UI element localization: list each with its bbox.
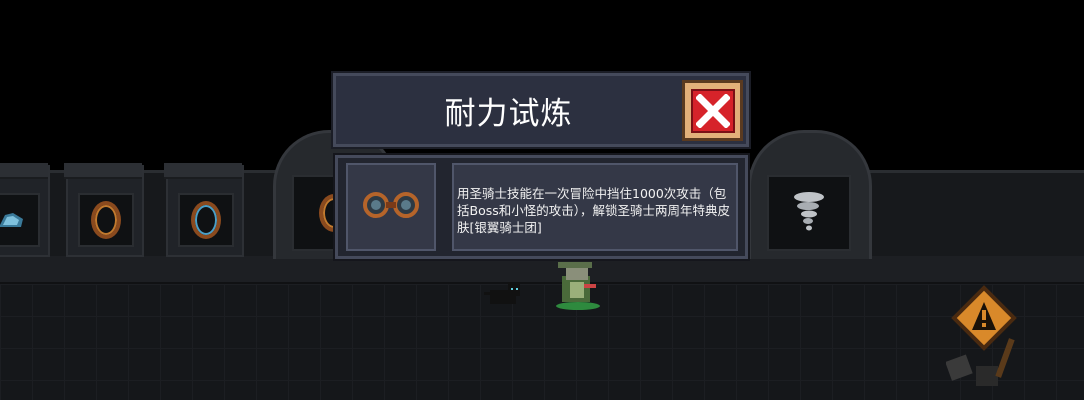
pedestal-3 xyxy=(164,163,244,257)
challenge-description: 用圣骑士技能在一次冒险中挡住1000次攻击（包括Boss和小怪的攻击），解锁圣骑… xyxy=(457,186,730,235)
close-button[interactable] xyxy=(682,80,743,141)
pedestal-2 xyxy=(64,163,144,257)
dungeon-floor xyxy=(0,284,1084,400)
blue-gem-item-icon xyxy=(0,193,40,247)
pedestal-1 xyxy=(0,163,50,257)
warning-sign xyxy=(945,278,1022,388)
goggles-icon xyxy=(362,190,420,224)
tornado-icon xyxy=(767,175,851,251)
wall-ledge xyxy=(0,256,1084,284)
dialog-title: 耐力试炼 xyxy=(444,95,573,132)
black-cat-pet xyxy=(484,282,524,308)
reward-icon-slot xyxy=(346,163,436,251)
paladin-hero xyxy=(548,262,608,312)
arch-right xyxy=(748,130,872,259)
blue-ring-item-icon xyxy=(178,193,234,247)
close-x-icon xyxy=(690,88,735,133)
challenge-description-box: 用圣骑士技能在一次冒险中挡住1000次攻击（包括Boss和小怪的攻击），解锁圣骑… xyxy=(452,163,738,251)
bronze-ring-item-icon xyxy=(78,193,134,247)
